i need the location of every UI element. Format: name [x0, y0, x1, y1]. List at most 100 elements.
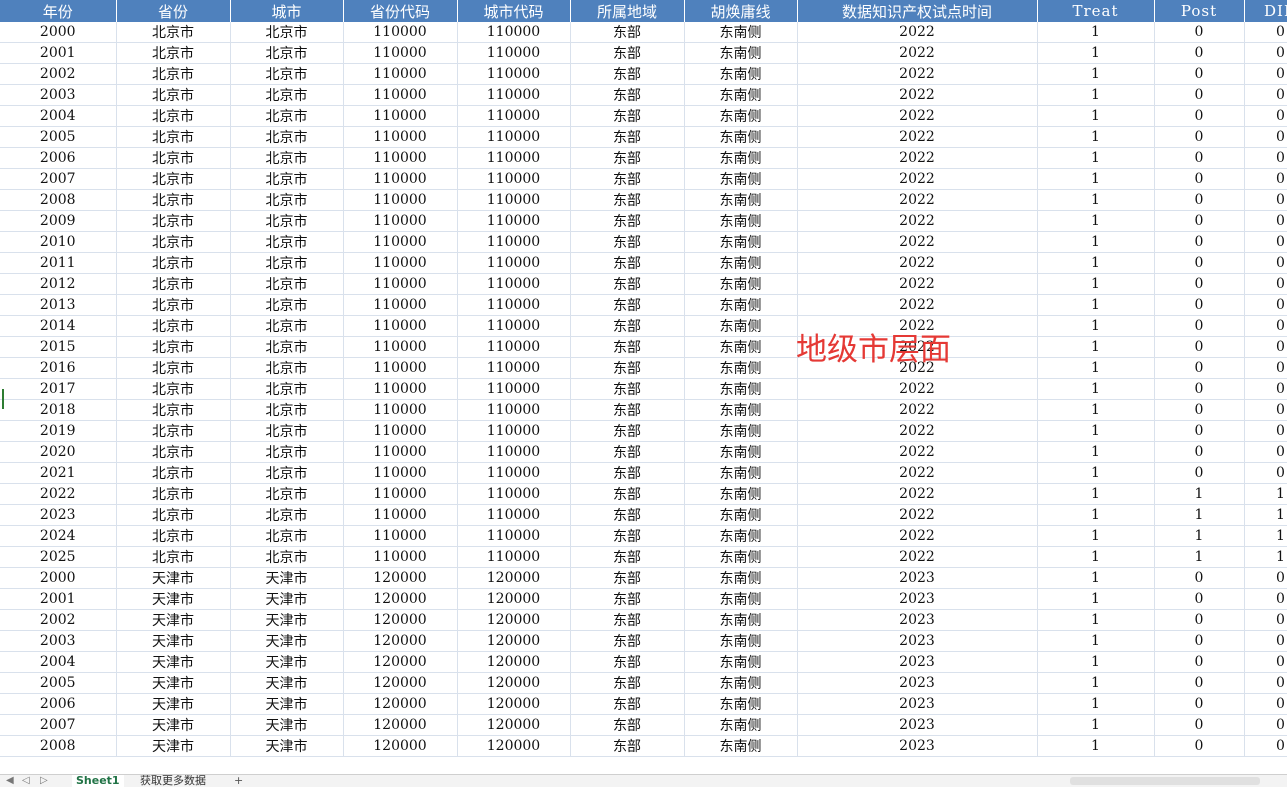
cell-year[interactable]: 2003	[0, 630, 117, 652]
cell-post[interactable]: 0	[1154, 315, 1245, 337]
cell-did[interactable]: 0	[1244, 420, 1287, 442]
cell-province[interactable]: 北京市	[116, 462, 231, 484]
cell-did[interactable]: 1	[1244, 546, 1287, 568]
cell-year[interactable]: 2004	[0, 105, 117, 127]
cell-city[interactable]: 北京市	[230, 546, 344, 568]
cell-pilot-time[interactable]: 2022	[797, 462, 1038, 484]
cell-pilot-time[interactable]: 2022	[797, 168, 1038, 190]
cell-pilot-time[interactable]: 2022	[797, 420, 1038, 442]
cell-city-code[interactable]: 120000	[457, 672, 571, 694]
cell-city-code[interactable]: 120000	[457, 735, 571, 757]
cell-region[interactable]: 东部	[570, 588, 685, 610]
cell-region[interactable]: 东部	[570, 546, 685, 568]
cell-year[interactable]: 2019	[0, 420, 117, 442]
cell-region[interactable]: 东部	[570, 525, 685, 547]
cell-treat[interactable]: 1	[1037, 483, 1155, 505]
cell-did[interactable]: 1	[1244, 504, 1287, 526]
cell-year[interactable]: 2020	[0, 441, 117, 463]
cell-year[interactable]: 2005	[0, 672, 117, 694]
cell-year[interactable]: 2004	[0, 651, 117, 673]
cell-hu-line[interactable]: 东南侧	[684, 63, 798, 85]
cell-city[interactable]: 天津市	[230, 714, 344, 736]
cell-province[interactable]: 北京市	[116, 336, 231, 358]
cell-year[interactable]: 2003	[0, 84, 117, 106]
cell-region[interactable]: 东部	[570, 42, 685, 64]
cell-region[interactable]: 东部	[570, 609, 685, 631]
cell-post[interactable]: 0	[1154, 210, 1245, 232]
cell-city[interactable]: 北京市	[230, 378, 344, 400]
header-region[interactable]: 所属地域	[570, 0, 685, 22]
cell-year[interactable]: 2010	[0, 231, 117, 253]
cell-year[interactable]: 2013	[0, 294, 117, 316]
cell-did[interactable]: 0	[1244, 168, 1287, 190]
cell-city-code[interactable]: 120000	[457, 588, 571, 610]
tab-sheet1[interactable]: Sheet1	[72, 775, 124, 787]
cell-hu-line[interactable]: 东南侧	[684, 525, 798, 547]
header-did[interactable]: DID	[1244, 0, 1287, 22]
cell-city-code[interactable]: 110000	[457, 105, 571, 127]
cell-did[interactable]: 0	[1244, 357, 1287, 379]
cell-province-code[interactable]: 110000	[343, 210, 458, 232]
cell-year[interactable]: 2021	[0, 462, 117, 484]
cell-treat[interactable]: 1	[1037, 315, 1155, 337]
cell-treat[interactable]: 1	[1037, 378, 1155, 400]
cell-city[interactable]: 北京市	[230, 504, 344, 526]
cell-region[interactable]: 东部	[570, 273, 685, 295]
cell-treat[interactable]: 1	[1037, 189, 1155, 211]
cell-province-code[interactable]: 110000	[343, 231, 458, 253]
cell-treat[interactable]: 1	[1037, 714, 1155, 736]
cell-post[interactable]: 0	[1154, 609, 1245, 631]
cell-year[interactable]: 2000	[0, 567, 117, 589]
cell-year[interactable]: 2016	[0, 357, 117, 379]
cell-post[interactable]: 0	[1154, 630, 1245, 652]
cell-treat[interactable]: 1	[1037, 336, 1155, 358]
cell-pilot-time[interactable]: 2023	[797, 735, 1038, 757]
cell-city-code[interactable]: 110000	[457, 483, 571, 505]
cell-treat[interactable]: 1	[1037, 126, 1155, 148]
cell-province[interactable]: 北京市	[116, 315, 231, 337]
cell-city[interactable]: 北京市	[230, 147, 344, 169]
cell-year[interactable]: 2025	[0, 546, 117, 568]
cell-city[interactable]: 天津市	[230, 651, 344, 673]
cell-city-code[interactable]: 110000	[457, 42, 571, 64]
cell-did[interactable]: 0	[1244, 336, 1287, 358]
cell-city-code[interactable]: 110000	[457, 294, 571, 316]
cell-hu-line[interactable]: 东南侧	[684, 273, 798, 295]
cell-did[interactable]: 0	[1244, 22, 1287, 43]
cell-year[interactable]: 2015	[0, 336, 117, 358]
cell-region[interactable]: 东部	[570, 735, 685, 757]
cell-city-code[interactable]: 110000	[457, 252, 571, 274]
cell-city-code[interactable]: 110000	[457, 147, 571, 169]
header-hu-line[interactable]: 胡焕庸线	[684, 0, 798, 22]
cell-post[interactable]: 1	[1154, 546, 1245, 568]
cell-treat[interactable]: 1	[1037, 357, 1155, 379]
cell-province-code[interactable]: 120000	[343, 630, 458, 652]
cell-did[interactable]: 0	[1244, 378, 1287, 400]
cell-post[interactable]: 0	[1154, 168, 1245, 190]
cell-region[interactable]: 东部	[570, 210, 685, 232]
cell-province-code[interactable]: 110000	[343, 420, 458, 442]
cell-province[interactable]: 北京市	[116, 504, 231, 526]
cell-year[interactable]: 2014	[0, 315, 117, 337]
cell-city-code[interactable]: 110000	[457, 315, 571, 337]
cell-pilot-time[interactable]: 2022	[797, 378, 1038, 400]
cell-treat[interactable]: 1	[1037, 441, 1155, 463]
cell-did[interactable]: 0	[1244, 84, 1287, 106]
header-treat[interactable]: Treat	[1037, 0, 1155, 22]
cell-did[interactable]: 0	[1244, 609, 1287, 631]
cell-year[interactable]: 2008	[0, 735, 117, 757]
cell-treat[interactable]: 1	[1037, 630, 1155, 652]
cell-hu-line[interactable]: 东南侧	[684, 714, 798, 736]
cell-city-code[interactable]: 110000	[457, 273, 571, 295]
cell-province-code[interactable]: 110000	[343, 399, 458, 421]
cell-province-code[interactable]: 110000	[343, 462, 458, 484]
cell-hu-line[interactable]: 东南侧	[684, 126, 798, 148]
cell-hu-line[interactable]: 东南侧	[684, 399, 798, 421]
cell-province[interactable]: 北京市	[116, 525, 231, 547]
cell-city[interactable]: 北京市	[230, 462, 344, 484]
cell-city[interactable]: 北京市	[230, 273, 344, 295]
cell-region[interactable]: 东部	[570, 84, 685, 106]
cell-province[interactable]: 天津市	[116, 567, 231, 589]
cell-treat[interactable]: 1	[1037, 546, 1155, 568]
cell-province-code[interactable]: 120000	[343, 672, 458, 694]
